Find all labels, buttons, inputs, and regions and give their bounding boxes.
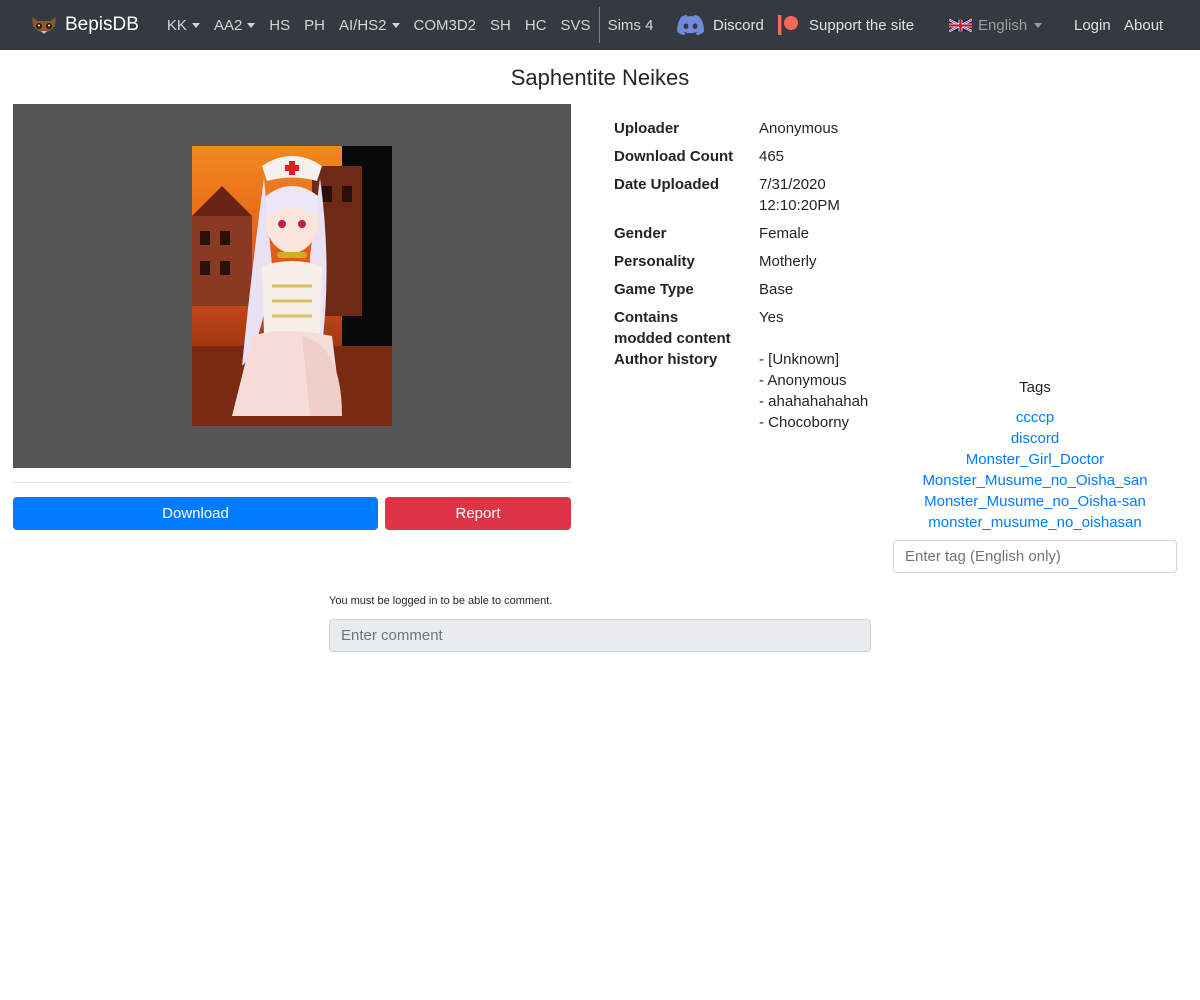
login-label: Login: [1074, 16, 1111, 34]
character-card-image[interactable]: [192, 146, 392, 426]
nav-item-label: Sims 4: [607, 16, 654, 34]
info-key: Author history: [614, 351, 718, 368]
about-label: About: [1124, 16, 1164, 34]
tag-link[interactable]: Monster_Musume_no_Oisha-san: [893, 491, 1177, 512]
info-key: Date Uploaded: [614, 176, 720, 193]
nav-item-kk[interactable]: KK: [160, 0, 207, 50]
language-label: English: [978, 16, 1028, 34]
nav-item-ph[interactable]: PH: [297, 0, 332, 50]
discord-link[interactable]: Discord: [677, 0, 764, 50]
author-history-entry: - Anonymous: [759, 372, 847, 389]
nav-item-label: KK: [166, 16, 187, 34]
brand-link[interactable]: BepisDB: [29, 13, 139, 37]
nav-item-label: HS: [269, 16, 291, 34]
nav-item-ai-hs2[interactable]: AI/HS2: [332, 0, 407, 50]
brand-logo-icon: [32, 17, 56, 34]
game-nav: KK AA2 HS PH AI/HS2 COM3D2 SH HC SVS Sim…: [160, 0, 660, 50]
nav-item-label: COM3D2: [413, 16, 477, 34]
comment-login-note: You must be logged in to be able to comm…: [329, 595, 553, 607]
info-key: Gender: [614, 225, 667, 242]
patreon-icon: [778, 15, 798, 35]
download-button[interactable]: Download: [13, 497, 378, 530]
gender-value: Female: [759, 225, 810, 242]
author-history-entry: - [Unknown]: [759, 351, 840, 368]
report-button[interactable]: Report: [385, 497, 571, 530]
brand-name: BepisDB: [65, 14, 139, 35]
card-preview-panel: [13, 104, 571, 468]
about-link[interactable]: About: [1124, 0, 1163, 50]
tag-link[interactable]: Monster_Girl_Doctor: [893, 449, 1177, 470]
download-count-value: 465: [759, 148, 785, 165]
nav-divider: [598, 7, 600, 43]
nav-item-hs[interactable]: HS: [262, 0, 297, 50]
login-link[interactable]: Login: [1074, 0, 1111, 50]
date-uploaded-value: 7/31/2020 12:10:20PM: [759, 174, 909, 216]
nav-item-svs[interactable]: SVS: [554, 0, 598, 50]
caret-down-icon: [191, 22, 200, 28]
top-navbar: BepisDB KK AA2 HS PH AI/HS2 COM3D2 SH HC…: [0, 0, 1200, 50]
game-type-value: Base: [759, 281, 794, 298]
author-history-entry: - Chocoborny: [759, 414, 850, 431]
comment-input[interactable]: [329, 619, 871, 652]
tag-link[interactable]: discord: [893, 428, 1177, 449]
discord-icon: [677, 15, 704, 35]
info-key: Uploader: [614, 120, 680, 137]
nav-item-label: HC: [524, 16, 547, 34]
tag-link[interactable]: monster_musume_no_oishasan: [893, 512, 1177, 533]
nav-item-label: SVS: [560, 16, 591, 34]
info-key: Personality: [614, 253, 695, 270]
time-value: 12:10:20PM: [759, 197, 840, 214]
uploader-value: Anonymous: [759, 120, 839, 137]
card-title: Saphentite Neikes: [510, 65, 690, 90]
tags-heading: Tags: [1019, 379, 1051, 396]
nav-item-hc[interactable]: HC: [518, 0, 554, 50]
tag-input[interactable]: [893, 540, 1177, 573]
modded-value: Yes: [759, 309, 784, 326]
tags-list: ccccp discord Monster_Girl_Doctor Monste…: [893, 407, 1177, 533]
language-selector[interactable]: English: [949, 0, 1043, 50]
info-key: Download Count: [614, 148, 734, 165]
nav-item-sh[interactable]: SH: [483, 0, 518, 50]
nav-item-label: AA2: [213, 16, 243, 34]
info-key: Contains modded content: [614, 307, 754, 349]
nav-item-label: SH: [490, 16, 511, 34]
nav-item-com3d2[interactable]: COM3D2: [407, 0, 484, 50]
nav-item-sims4[interactable]: Sims 4: [601, 0, 661, 50]
divider: [13, 482, 571, 483]
info-key-line: Contains: [614, 309, 679, 326]
support-label: Support the site: [809, 16, 915, 34]
support-link[interactable]: Support the site: [778, 0, 914, 50]
date-value: 7/31/2020: [759, 176, 826, 193]
nav-item-label: PH: [304, 16, 325, 34]
info-key-line: modded content: [614, 330, 731, 347]
nav-item-aa2[interactable]: AA2: [207, 0, 262, 50]
tag-link[interactable]: ccccp: [893, 407, 1177, 428]
nav-item-label: AI/HS2: [338, 16, 387, 34]
uk-flag-icon: [949, 18, 972, 32]
author-history-list: - [Unknown] - Anonymous - ahahahahahah -…: [759, 349, 909, 433]
author-history-entry: - ahahahahahah: [759, 393, 869, 410]
discord-label: Discord: [713, 16, 764, 34]
caret-down-icon: [247, 22, 256, 28]
caret-down-icon: [391, 22, 400, 28]
tag-link[interactable]: Monster_Musume_no_Oisha_san: [893, 470, 1177, 491]
info-key: Game Type: [614, 281, 694, 298]
personality-value: Motherly: [759, 253, 817, 270]
caret-down-icon: [1034, 22, 1043, 28]
